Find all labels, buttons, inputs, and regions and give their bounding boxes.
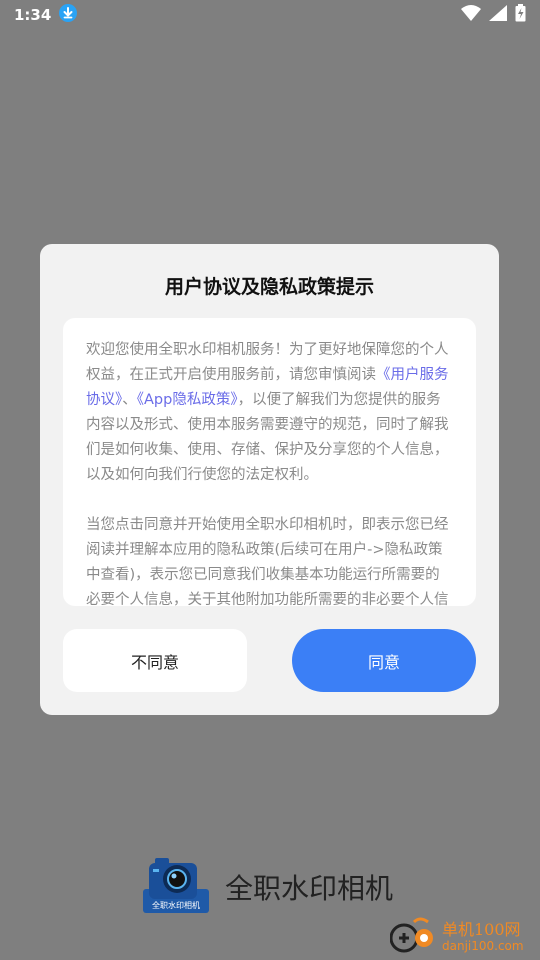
status-bar: 1:34 xyxy=(0,0,540,30)
signal-icon xyxy=(489,5,507,25)
watermark-logo-icon xyxy=(389,916,436,960)
status-right xyxy=(461,4,526,26)
app-logo-text: 全职水印相机 xyxy=(152,900,200,910)
download-icon xyxy=(59,4,78,26)
app-logo: 全职水印相机 xyxy=(141,855,211,919)
site-watermark: 单机100网 danji100.com xyxy=(389,916,540,960)
disagree-button[interactable]: 不同意 xyxy=(63,629,247,692)
agreement-text: 欢迎您使用全职水印相机服务！为了更好地保障您的个人权益，在正式开启使用服务前，请… xyxy=(63,318,476,606)
watermark-site-url: danji100.com xyxy=(442,939,524,953)
agree-button[interactable]: 同意 xyxy=(292,629,476,692)
privacy-dialog: 用户协议及隐私政策提示 欢迎您使用全职水印相机服务！为了更好地保障您的个人权益，… xyxy=(40,244,499,715)
para1-separator: 、 xyxy=(122,392,137,408)
app-brand: 全职水印相机 全职水印相机 xyxy=(141,855,393,919)
wifi-icon xyxy=(461,5,481,25)
battery-icon xyxy=(515,4,526,26)
status-time: 1:34 xyxy=(14,6,52,24)
privacy-policy-link[interactable]: 《App隐私政策》 xyxy=(137,392,238,408)
agreement-content[interactable]: 欢迎您使用全职水印相机服务！为了更好地保障您的个人权益，在正式开启使用服务前，请… xyxy=(63,318,476,606)
dialog-title: 用户协议及隐私政策提示 xyxy=(164,276,374,298)
agreement-paragraph-1: 欢迎您使用全职水印相机服务！为了更好地保障您的个人权益，在正式开启使用服务前，请… xyxy=(86,338,454,488)
watermark-text: 单机100网 danji100.com xyxy=(442,921,524,955)
watermark-site-name: 单机100网 xyxy=(442,920,521,939)
app-name: 全职水印相机 xyxy=(225,872,394,905)
agreement-paragraph-2: 当您点击同意并开始使用全职水印相机时，即表示您已经阅读并理解本应用的隐私政策(后… xyxy=(86,517,449,606)
status-left: 1:34 xyxy=(14,4,78,26)
